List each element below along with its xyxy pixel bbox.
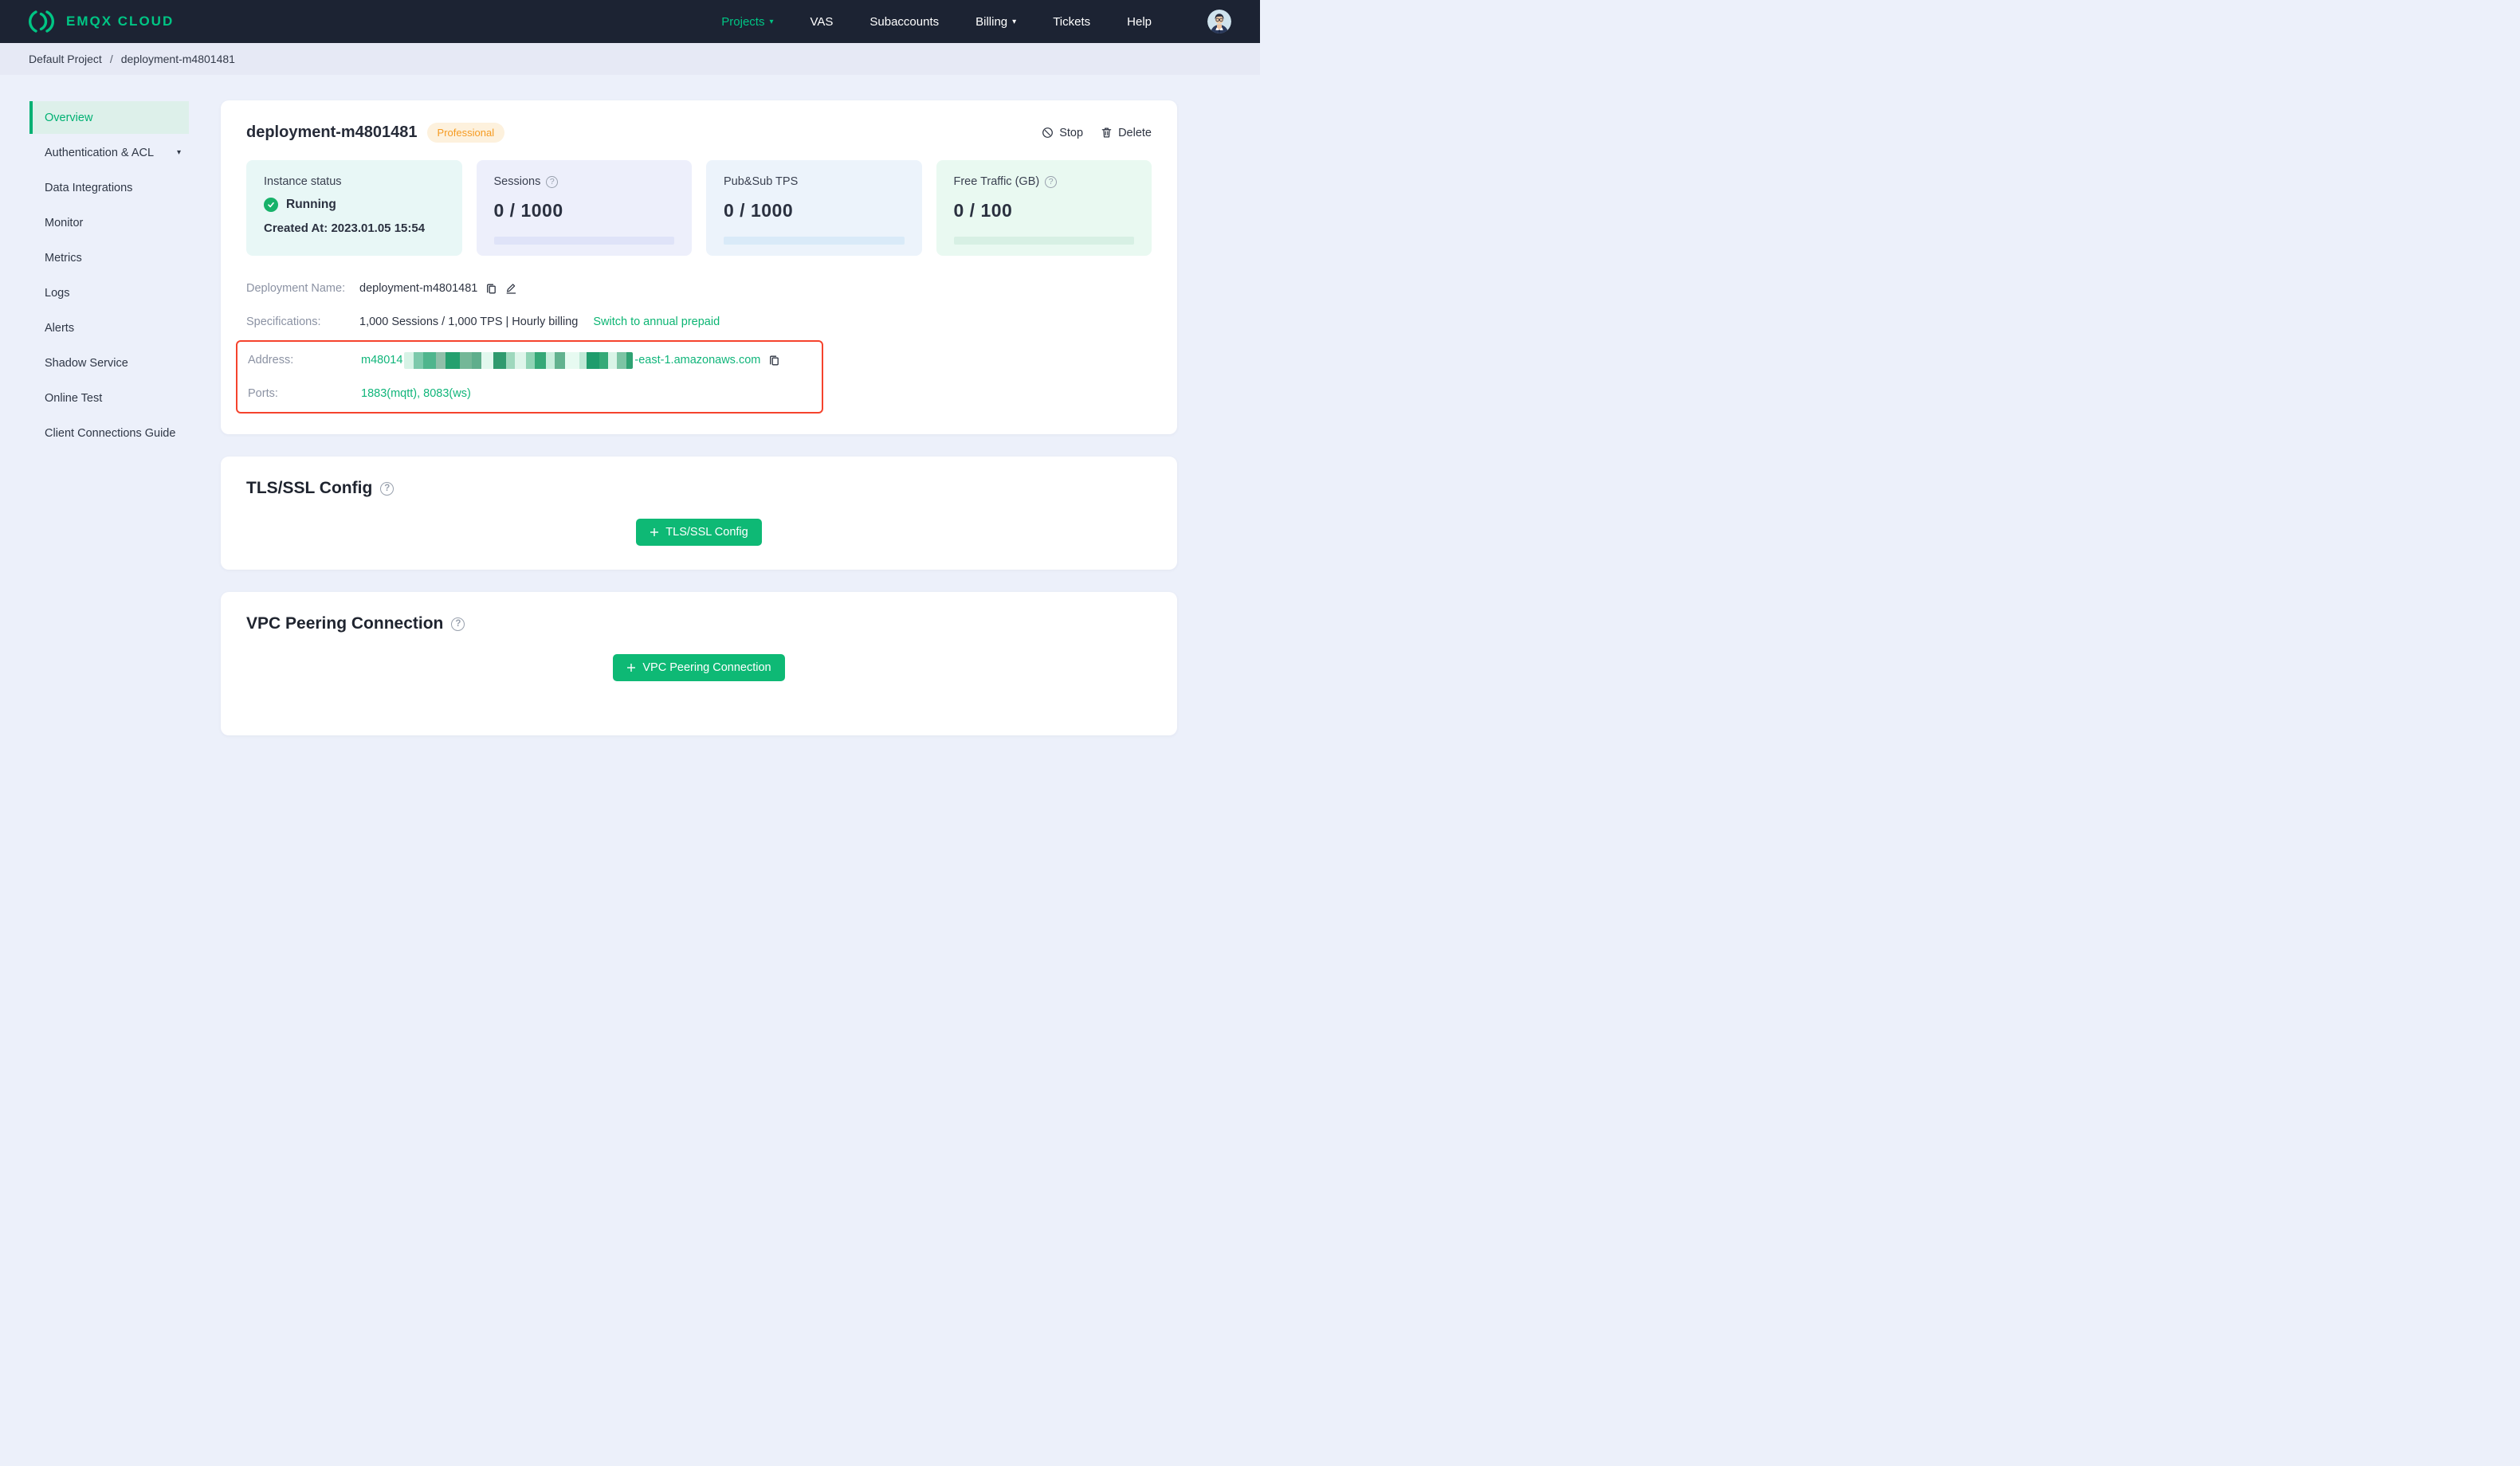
breadcrumb-separator: / [109,53,113,65]
deployment-name-value: deployment-m4801481 [359,282,478,295]
avatar-person-icon [1207,10,1231,33]
specifications-value: 1,000 Sessions / 1,000 TPS | Hourly bill… [359,316,579,328]
plan-badge: Professional [426,123,505,143]
deployment-overview-card: deployment-m4801481 Professional Stop De… [221,100,1177,434]
help-icon[interactable] [546,175,559,188]
stats-row: Instance status Running Created At: 2023… [246,160,1152,256]
stop-icon [1042,127,1054,138]
pubsub-progress-bar [724,237,905,245]
sidebar-item-monitor[interactable]: Monitor [29,206,189,239]
deployment-info: Deployment Name: deployment-m4801481 Spe… [236,272,1152,434]
instance-status-card: Instance status Running Created At: 2023… [246,160,462,256]
copy-address-button[interactable] [767,354,780,366]
address-prefix: m48014 [361,354,403,366]
edit-pencil-icon [506,284,516,294]
chevron-down-icon: ▾ [769,18,774,26]
pubsub-tps-label: Pub&Sub TPS [724,175,799,188]
nav-item-billing[interactable]: Billing ▾ [975,15,1016,29]
nav-item-subaccounts[interactable]: Subaccounts [869,15,939,29]
brand[interactable]: EMQX CLOUD [29,10,174,33]
brand-name: EMQX CLOUD [66,14,175,29]
help-icon[interactable] [380,481,394,496]
edit-deployment-name-button[interactable] [504,282,517,295]
instance-status-label: Instance status [264,175,342,188]
copy-icon [770,355,779,366]
delete-button[interactable]: Delete [1101,127,1152,139]
breadcrumb-page: deployment-m4801481 [120,53,235,65]
pubsub-tps-value: 0 / 1000 [724,200,794,221]
sidebar-item-overview[interactable]: Overview [29,101,189,134]
chevron-down-icon: ▾ [1012,18,1017,26]
specifications-label: Specifications: [246,316,321,328]
tls-section-title: TLS/SSL Config [246,479,373,497]
instance-status-value: Running [286,198,336,211]
top-navbar: EMQX CLOUD Projects ▾ VAS Subaccounts Bil… [0,0,1260,43]
ports-value: 1883(mqtt), 8083(ws) [361,387,471,400]
deployment-name-label: Deployment Name: [246,282,346,295]
free-traffic-card: Free Traffic (GB) 0 / 100 [936,160,1152,256]
plus-icon [627,664,636,672]
sessions-progress-bar [493,237,674,245]
user-avatar[interactable] [1207,10,1231,33]
switch-annual-prepaid-link[interactable]: Switch to annual prepaid [593,316,720,328]
help-icon[interactable] [451,617,465,631]
breadcrumb: Default Project / deployment-m4801481 [0,43,1260,75]
pubsub-tps-card: Pub&Sub TPS 0 / 1000 [706,160,922,256]
sessions-label: Sessions [493,175,541,188]
redacted-address-segment [404,351,634,369]
sidebar-item-data-integrations[interactable]: Data Integrations [29,171,189,204]
trash-icon [1101,127,1112,138]
emqx-logo-icon [29,10,55,33]
nav-item-vas[interactable]: VAS [810,15,833,29]
vpc-peering-section: VPC Peering Connection VPC Peering Conne… [221,592,1177,735]
sidebar-item-online-test[interactable]: Online Test [29,382,189,414]
add-vpc-peering-connection-button[interactable]: VPC Peering Connection [613,654,785,681]
nav-item-projects[interactable]: Projects ▾ [721,15,773,29]
nav-links: Projects ▾ VAS Subaccounts Billing ▾ Ticke… [721,10,1231,33]
copy-icon [487,284,497,294]
nav-item-tickets[interactable]: Tickets [1053,15,1090,29]
sidebar-item-client-connections-guide[interactable]: Client Connections Guide [29,417,189,449]
plus-icon [650,528,659,536]
free-traffic-value: 0 / 100 [953,200,1013,221]
chevron-down-icon: ▾ [176,148,181,157]
stop-button[interactable]: Stop [1042,127,1083,139]
tls-ssl-section: TLS/SSL Config TLS/SSL Config [221,457,1177,570]
help-icon[interactable] [1045,175,1058,188]
ports-label: Ports: [248,387,278,400]
add-tls-ssl-config-button[interactable]: TLS/SSL Config [636,519,762,546]
deployment-title: deployment-m4801481 [246,123,418,141]
address-highlight-annotation: Address: m48014 -east-1.amazonaws.com Po… [236,340,823,414]
sidebar-item-metrics[interactable]: Metrics [29,241,189,274]
address-label: Address: [248,354,294,366]
free-traffic-label: Free Traffic (GB) [953,175,1040,188]
sidebar-item-authentication-acl[interactable]: Authentication & ACL ▾ [29,136,189,169]
sidebar-item-alerts[interactable]: Alerts [29,312,189,344]
sessions-value: 0 / 1000 [493,200,563,221]
copy-deployment-name-button[interactable] [485,282,497,295]
address-suffix: -east-1.amazonaws.com [634,354,761,366]
breadcrumb-project[interactable]: Default Project [29,53,102,65]
check-circle-icon [264,198,278,212]
sidebar-item-logs[interactable]: Logs [29,276,189,309]
sessions-card: Sessions 0 / 1000 [476,160,692,256]
traffic-progress-bar [953,237,1134,245]
nav-item-help[interactable]: Help [1127,15,1152,29]
sidebar-item-shadow-service[interactable]: Shadow Service [29,347,189,379]
created-at: Created At: 2023.01.05 15:54 [264,221,426,235]
sidebar: Overview Authentication & ACL ▾ Data Int… [0,75,221,452]
vpc-section-title: VPC Peering Connection [246,614,444,633]
